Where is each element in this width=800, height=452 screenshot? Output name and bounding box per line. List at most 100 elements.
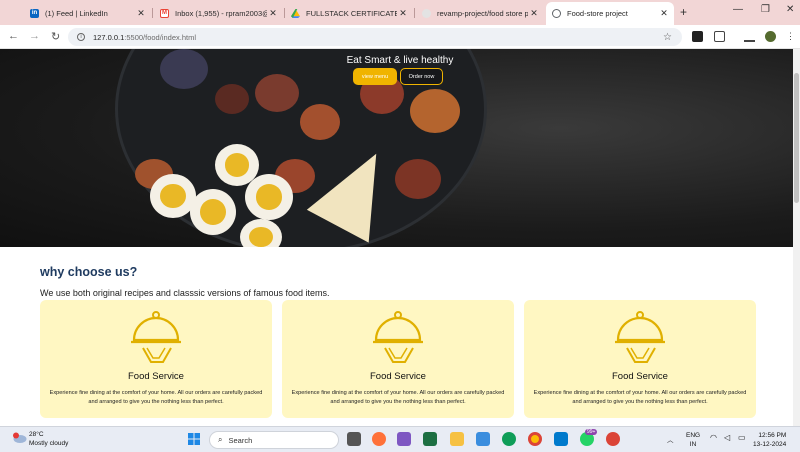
hero-buttons: view menu Order now: [353, 68, 443, 85]
hero-tagline: Eat Smart & live healthy: [346, 55, 454, 66]
menu-kebab-icon[interactable]: ⋮: [786, 31, 797, 42]
tab-github[interactable]: revamp-project/food store p ✕: [416, 3, 544, 23]
globe-icon: [552, 9, 561, 18]
section-subtitle: We use both original recipes and classsi…: [40, 288, 330, 298]
site-info-icon[interactable]: i: [77, 33, 85, 41]
hero-banner: Eat Smart & live healthy view menu Order…: [0, 49, 800, 247]
language-indicator[interactable]: ENG IN: [686, 431, 700, 449]
profile-avatar[interactable]: [765, 31, 776, 42]
battery-icon[interactable]: ▭: [738, 433, 746, 442]
back-icon[interactable]: ←: [8, 30, 19, 42]
feature-card: Food Service Experience fine dining at t…: [524, 300, 756, 418]
url-path: :5500/food/index.html: [124, 32, 196, 42]
close-icon[interactable]: ✕: [658, 8, 670, 19]
tab-separator: [414, 8, 415, 18]
tab-title: Food-store project: [567, 9, 628, 18]
fig-image: [410, 89, 460, 133]
weather-condition: Mostly cloudy: [29, 440, 69, 447]
restore-icon[interactable]: ❐: [761, 4, 770, 15]
system-clock[interactable]: 12:56 PM 13-12-2024: [753, 431, 786, 449]
fig-image: [255, 74, 299, 112]
taskbar-search[interactable]: ⌕ Search: [209, 431, 339, 449]
wifi-icon[interactable]: ◠: [710, 433, 717, 442]
new-tab-button[interactable]: +: [680, 5, 687, 19]
tab-gmail[interactable]: M Inbox (1,955) - rpram2003@ ✕: [154, 3, 283, 23]
cloche-icon: [373, 311, 423, 363]
copilot-icon[interactable]: [397, 432, 411, 446]
vscode-icon[interactable]: [554, 432, 568, 446]
reload-icon[interactable]: ↻: [51, 30, 60, 43]
tab-title: FULLSTACK CERTIFICATE - G: [306, 8, 397, 18]
browser-toolbar: ← → ↻ i 127.0.0.1:5500/food/index.html ☆…: [0, 25, 800, 49]
chrome-active-icon[interactable]: [606, 432, 620, 446]
extension-f-icon[interactable]: [692, 31, 703, 42]
page-scrollbar[interactable]: [793, 49, 800, 426]
tab-title: Inbox (1,955) - rpram2003@: [175, 8, 267, 18]
firefox-icon[interactable]: [372, 432, 386, 446]
store-icon[interactable]: [476, 432, 490, 446]
file-explorer-icon[interactable]: [450, 432, 464, 446]
tab-separator: [152, 8, 153, 18]
edge-icon[interactable]: [502, 432, 516, 446]
card-title: Food Service: [128, 371, 184, 382]
close-icon[interactable]: ✕: [135, 8, 147, 19]
feature-card: Food Service Experience fine dining at t…: [282, 300, 514, 418]
notification-badge: 99+: [585, 429, 598, 435]
web-page: Eat Smart & live healthy view menu Order…: [0, 49, 800, 426]
url-host: 127.0.0.1: [93, 32, 125, 42]
windows-taskbar: 28°C Mostly cloudy ⌕ Search 99+ ︿ ENG IN…: [0, 426, 800, 452]
egg-image: [245, 174, 293, 220]
tab-strip: in (1) Feed | LinkedIn ✕ M Inbox (1,955)…: [0, 0, 800, 25]
address-bar[interactable]: i 127.0.0.1:5500/food/index.html ☆: [68, 28, 682, 46]
fig-image: [215, 84, 249, 114]
temperature: 28°C: [29, 431, 44, 438]
minimize-icon[interactable]: —: [733, 4, 743, 15]
extensions-puzzle-icon[interactable]: [714, 31, 725, 42]
clock-time: 12:56 PM: [758, 432, 787, 439]
drive-icon: [291, 8, 300, 18]
scrollbar-thumb[interactable]: [794, 73, 799, 203]
weather-widget[interactable]: 28°C Mostly cloudy: [11, 430, 68, 448]
card-description: Experience fine dining at the comfort of…: [49, 390, 263, 405]
language-code: ENG: [686, 432, 701, 439]
windows-start-icon[interactable]: [188, 433, 200, 445]
egg-image: [240, 219, 282, 247]
search-label: Search: [228, 435, 253, 445]
cloche-icon: [615, 311, 665, 363]
linkedin-icon: in: [30, 8, 39, 18]
card-description: Experience fine dining at the comfort of…: [291, 390, 505, 405]
fig-image: [300, 104, 340, 140]
region-code: IN: [689, 441, 697, 448]
download-icon[interactable]: [744, 31, 755, 42]
order-now-button[interactable]: Order now: [400, 68, 443, 85]
window-close-icon[interactable]: ✕: [786, 4, 794, 15]
egg-image: [190, 189, 236, 235]
search-icon: ⌕: [218, 435, 223, 444]
card-title: Food Service: [370, 371, 426, 382]
task-view-icon[interactable]: [347, 432, 361, 446]
clock-date: 13-12-2024: [753, 441, 787, 448]
gmail-icon: M: [160, 8, 169, 18]
cloche-icon: [131, 311, 181, 363]
bookmark-star-icon[interactable]: ☆: [663, 32, 672, 43]
section-title: why choose us?: [40, 265, 138, 279]
tab-title: revamp-project/food store p: [437, 8, 528, 18]
close-icon[interactable]: ✕: [267, 8, 279, 19]
view-menu-button[interactable]: view menu: [353, 68, 397, 85]
chrome-icon[interactable]: [528, 432, 542, 446]
excel-icon[interactable]: [423, 432, 437, 446]
tray-overflow-icon[interactable]: ︿: [667, 434, 674, 444]
card-description: Experience fine dining at the comfort of…: [533, 390, 747, 405]
volume-icon[interactable]: ◁: [724, 433, 730, 442]
card-title: Food Service: [612, 371, 668, 382]
github-icon: [422, 8, 431, 18]
close-icon[interactable]: ✕: [528, 8, 540, 19]
forward-icon[interactable]: →: [29, 30, 40, 42]
tab-food-store[interactable]: Food-store project ✕: [546, 2, 674, 25]
close-icon[interactable]: ✕: [397, 8, 409, 19]
tab-title: (1) Feed | LinkedIn: [45, 8, 108, 18]
tab-linkedin[interactable]: in (1) Feed | LinkedIn ✕: [24, 3, 151, 23]
feature-card: Food Service Experience fine dining at t…: [40, 300, 272, 418]
cloud-icon: [13, 432, 27, 443]
tab-drive[interactable]: FULLSTACK CERTIFICATE - G ✕: [285, 3, 413, 23]
